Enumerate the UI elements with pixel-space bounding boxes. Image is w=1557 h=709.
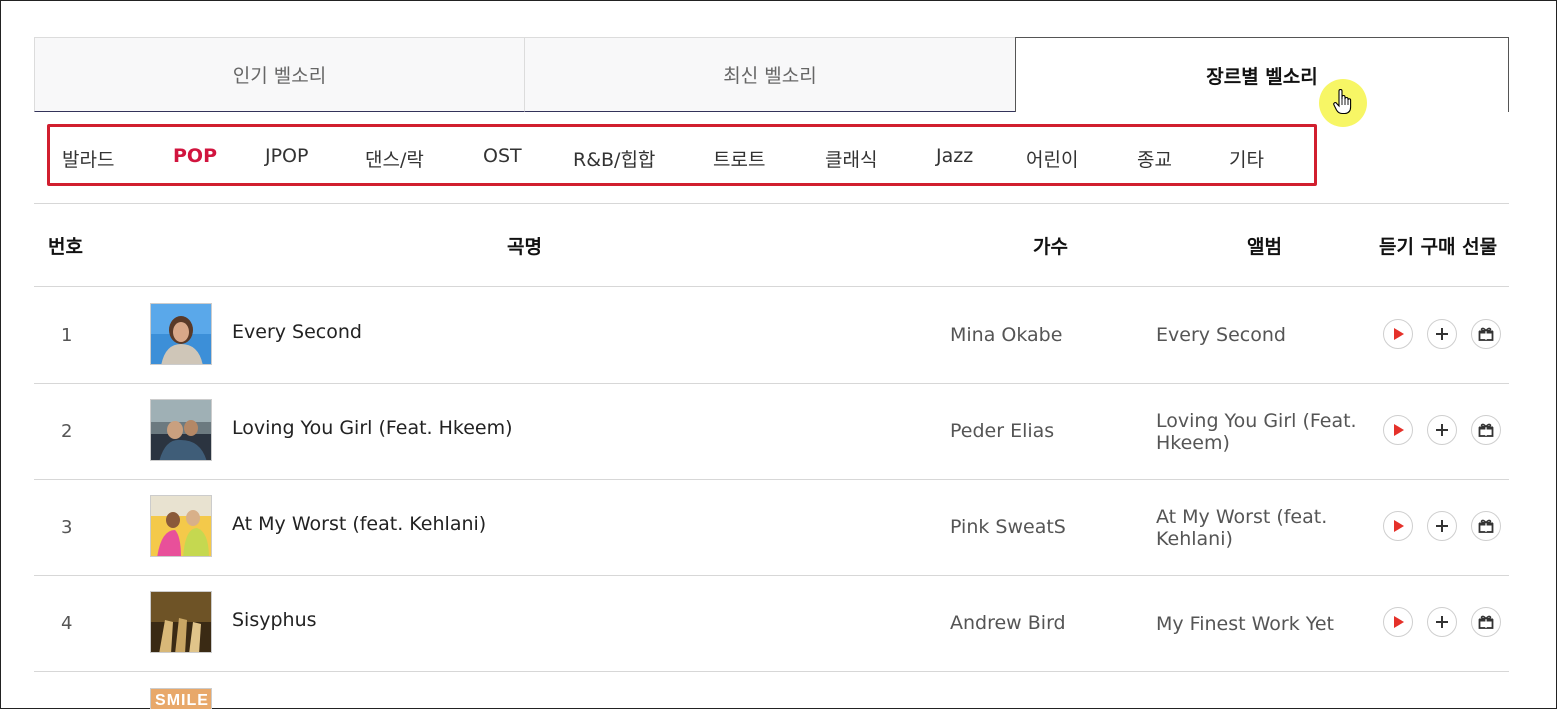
genre-rnb-hiphop[interactable]: R&B/힙합 bbox=[573, 145, 655, 172]
song-artist[interactable]: Andrew Bird bbox=[950, 612, 1066, 634]
hand-cursor-icon bbox=[1333, 89, 1352, 115]
gift-button[interactable] bbox=[1471, 415, 1501, 445]
genre-kids[interactable]: 어린이 bbox=[1026, 145, 1078, 172]
row-number: 4 bbox=[61, 613, 73, 634]
album-thumbnail[interactable] bbox=[150, 495, 212, 557]
genre-pop[interactable]: POP bbox=[173, 145, 217, 167]
genre-dance-rock[interactable]: 댄스/락 bbox=[365, 145, 424, 172]
table-row: 2 Loving You Girl (Feat. Hkeem) Peder El… bbox=[34, 383, 1509, 479]
genre-trot[interactable]: 트로트 bbox=[713, 145, 765, 172]
ringtone-tabs: 인기 벨소리 최신 벨소리 장르별 벨소리 bbox=[34, 37, 1509, 112]
tab-popular-ringtones[interactable]: 인기 벨소리 bbox=[34, 37, 525, 112]
song-title[interactable]: Sisyphus bbox=[232, 609, 317, 631]
genre-etc[interactable]: 기타 bbox=[1229, 145, 1264, 172]
play-button[interactable] bbox=[1383, 415, 1413, 445]
song-album[interactable]: At My Worst (feat. Kehlani) bbox=[1156, 506, 1371, 550]
header-number: 번호 bbox=[48, 236, 83, 258]
tab-latest-ringtones[interactable]: 최신 벨소리 bbox=[524, 37, 1016, 112]
table-row: 4 Sisyphus Andrew Bird My Finest Work Ye… bbox=[34, 575, 1509, 671]
play-icon bbox=[1394, 616, 1404, 628]
play-button[interactable] bbox=[1383, 607, 1413, 637]
album-thumbnail[interactable] bbox=[150, 303, 212, 365]
genre-classical[interactable]: 클래식 bbox=[825, 145, 877, 172]
song-album[interactable]: My Finest Work Yet bbox=[1156, 613, 1371, 635]
table-row: 1 Every Second Mina Okabe Every Second bbox=[34, 287, 1509, 383]
genre-religion[interactable]: 종교 bbox=[1137, 145, 1172, 172]
play-icon bbox=[1394, 328, 1404, 340]
header-title: 곡명 bbox=[507, 236, 542, 258]
row-number: 1 bbox=[61, 325, 73, 346]
play-button[interactable] bbox=[1383, 511, 1413, 541]
table-row: 3 At My Worst (feat. Kehlani) Pink Sweat… bbox=[34, 479, 1509, 575]
divider bbox=[34, 203, 1509, 204]
plus-icon bbox=[1436, 520, 1448, 532]
song-title[interactable]: Every Second bbox=[232, 321, 362, 343]
gift-button[interactable] bbox=[1471, 511, 1501, 541]
album-thumbnail[interactable] bbox=[150, 399, 212, 461]
genre-filter-highlight bbox=[47, 124, 1317, 186]
gift-button[interactable] bbox=[1471, 607, 1501, 637]
genre-jazz[interactable]: Jazz bbox=[936, 145, 973, 167]
plus-icon bbox=[1436, 328, 1448, 340]
genre-ballad[interactable]: 발라드 bbox=[62, 145, 114, 172]
gift-button[interactable] bbox=[1471, 319, 1501, 349]
genre-jpop[interactable]: JPOP bbox=[265, 145, 308, 167]
gift-icon bbox=[1478, 327, 1494, 341]
song-artist[interactable]: Mina Okabe bbox=[950, 324, 1062, 346]
play-icon bbox=[1394, 424, 1404, 436]
plus-icon bbox=[1436, 616, 1448, 628]
song-artist[interactable]: Peder Elias bbox=[950, 420, 1054, 442]
buy-button[interactable] bbox=[1427, 415, 1457, 445]
row-number: 2 bbox=[61, 421, 73, 442]
song-album[interactable]: Loving You Girl (Feat. Hkeem) bbox=[1156, 410, 1371, 454]
album-thumbnail[interactable] bbox=[150, 591, 212, 653]
gift-icon bbox=[1478, 519, 1494, 533]
header-album: 앨범 bbox=[1247, 236, 1282, 258]
buy-button[interactable] bbox=[1427, 319, 1457, 349]
divider bbox=[34, 671, 1509, 672]
header-artist: 가수 bbox=[1033, 236, 1068, 258]
album-thumbnail[interactable]: SMILE bbox=[150, 688, 212, 709]
header-actions: 듣기 구매 선물 bbox=[1379, 236, 1498, 258]
gift-icon bbox=[1478, 423, 1494, 437]
row-number: 3 bbox=[61, 517, 73, 538]
song-title[interactable]: At My Worst (feat. Kehlani) bbox=[232, 513, 486, 535]
song-title[interactable]: Loving You Girl (Feat. Hkeem) bbox=[232, 417, 513, 439]
buy-button[interactable] bbox=[1427, 511, 1457, 541]
tab-genre-ringtones[interactable]: 장르별 벨소리 bbox=[1015, 37, 1509, 112]
plus-icon bbox=[1436, 424, 1448, 436]
gift-icon bbox=[1478, 615, 1494, 629]
song-album[interactable]: Every Second bbox=[1156, 324, 1371, 346]
song-artist[interactable]: Pink SweatS bbox=[950, 516, 1066, 538]
thumbnail-text: SMILE bbox=[151, 689, 211, 709]
genre-ost[interactable]: OST bbox=[483, 145, 522, 167]
play-button[interactable] bbox=[1383, 319, 1413, 349]
play-icon bbox=[1394, 520, 1404, 532]
buy-button[interactable] bbox=[1427, 607, 1457, 637]
